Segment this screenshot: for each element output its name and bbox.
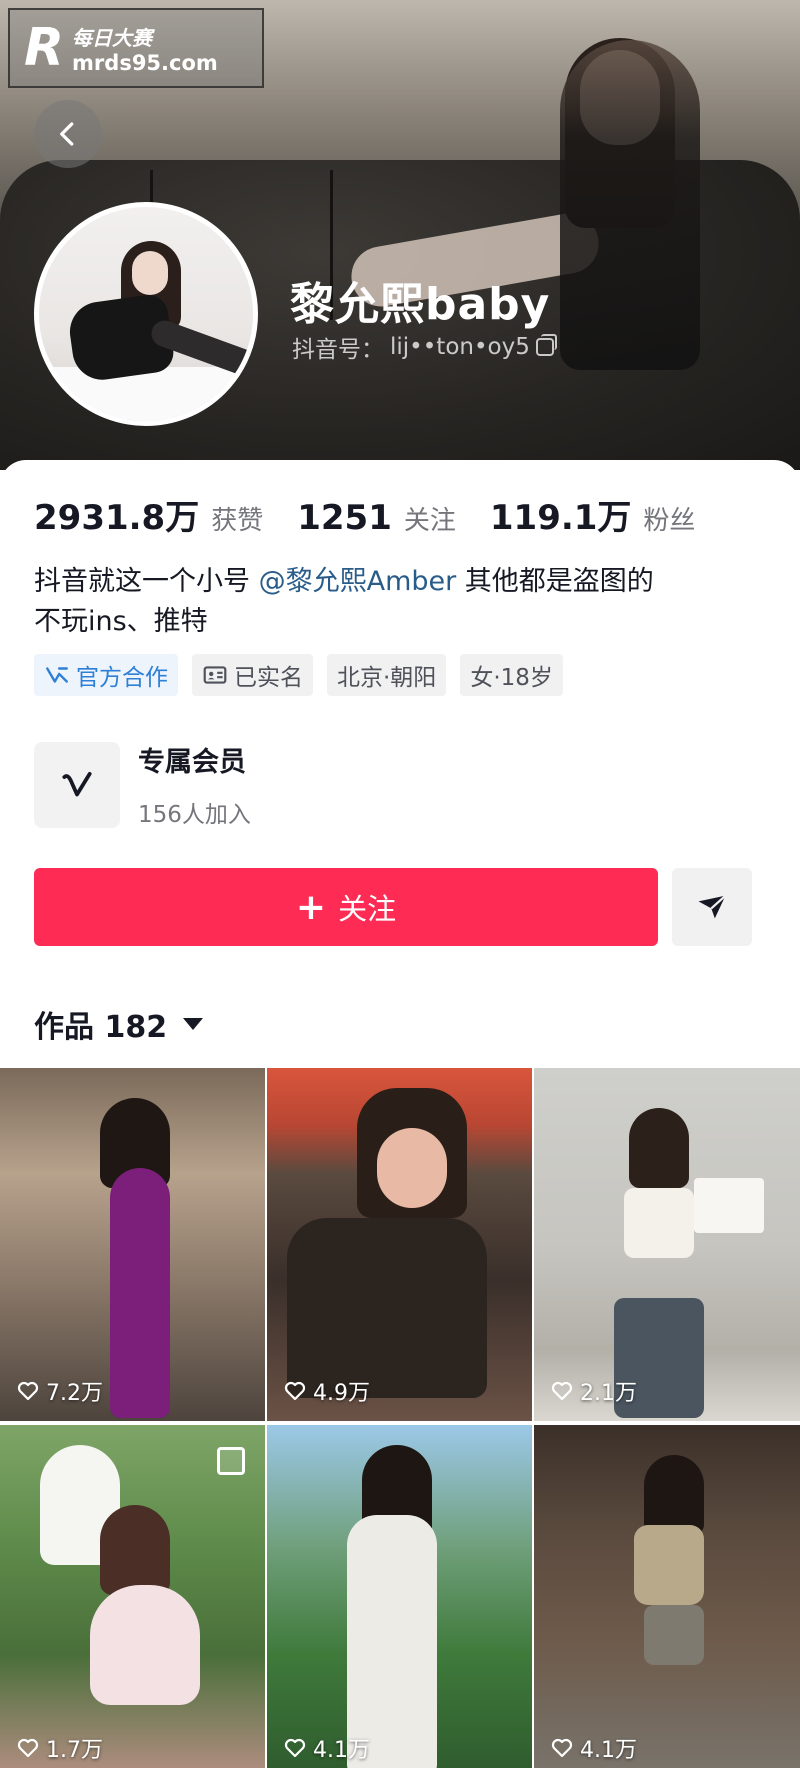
like-count-value: 7.2万 [46, 1381, 103, 1406]
thumbnail-hair [644, 1455, 704, 1535]
membership-entry[interactable]: 专属会员 156人加入 [34, 740, 251, 829]
tag-location[interactable]: 北京·朝阳 [327, 654, 447, 696]
like-count-value: 4.1万 [580, 1738, 637, 1763]
thumbnail-dress [110, 1168, 170, 1418]
avatar[interactable] [34, 202, 258, 426]
bio-prefix: 抖音就这一个小号 [34, 566, 259, 597]
avatar-face [132, 251, 168, 295]
stat-value: 2931.8万 [34, 498, 200, 538]
membership-icon-box [34, 741, 120, 828]
watermark-text: 每日大赛 mrds95.com [72, 22, 218, 75]
stat-value: 119.1万 [489, 498, 632, 538]
caret-down-icon [183, 1018, 204, 1030]
thumbnail-tutu [90, 1585, 200, 1705]
membership-text: 专属会员 156人加入 [138, 740, 251, 829]
id-card-icon [203, 666, 227, 684]
stat-followers[interactable]: 119.1万 粉丝 [490, 490, 696, 539]
douyin-id-label: 抖音号： [292, 337, 384, 363]
heart-icon [551, 1381, 573, 1401]
like-count-value: 4.1万 [313, 1738, 370, 1763]
heart-icon [284, 1738, 306, 1758]
membership-subtitle: 156人加入 [138, 802, 251, 828]
bio-mention-link[interactable]: @黎允熙Amber [259, 566, 457, 597]
follow-label: 关注 [338, 892, 397, 926]
stat-label: 粉丝 [643, 506, 696, 536]
profile-tags: 官方合作 已实名 北京·朝阳 女·18岁 [34, 654, 563, 696]
share-paper-plane-icon [698, 894, 727, 919]
bio-suffix: 其他都是盗图的 [456, 566, 654, 597]
like-count: 7.2万 [16, 1375, 103, 1407]
plus-icon: + [295, 886, 327, 928]
heart-icon [17, 1381, 39, 1401]
work-item[interactable]: 7.2万 [0, 1068, 265, 1421]
tag-label: 官方合作 [76, 665, 168, 691]
heart-icon [284, 1381, 306, 1401]
official-badge-icon [46, 667, 68, 683]
avatar-sheet [39, 367, 253, 421]
like-count: 4.9万 [283, 1375, 370, 1407]
tab-works[interactable]: 作品 182 [34, 1002, 204, 1046]
thumbnail-sign [694, 1178, 764, 1233]
heart-icon [17, 1738, 39, 1758]
thumbnail-jacket [287, 1218, 487, 1398]
copy-icon[interactable] [535, 334, 557, 356]
tag-gender-age: 女·18岁 [460, 654, 563, 696]
thumbnail-skirt [644, 1605, 704, 1665]
nickname: 黎允熙baby [290, 279, 551, 330]
watermark-site-name: 每日大赛 [72, 25, 153, 50]
work-item[interactable]: 4.1万 [267, 1425, 532, 1768]
like-count-value: 4.9万 [313, 1381, 370, 1406]
watermark-logo: R [24, 18, 65, 78]
tag-verified[interactable]: 已实名 [192, 654, 313, 696]
membership-title: 专属会员 [138, 747, 246, 778]
like-count: 4.1万 [550, 1732, 637, 1764]
douyin-id[interactable]: 抖音号： lij••ton•oy5 [292, 330, 557, 364]
back-chevron-icon [60, 122, 74, 146]
stat-label: 获赞 [211, 506, 264, 536]
heart-icon [551, 1738, 573, 1758]
like-count: 2.1万 [550, 1375, 637, 1407]
stat-following[interactable]: 1251 关注 [297, 498, 456, 538]
work-item[interactable]: 1.7万 [0, 1425, 265, 1768]
work-item[interactable]: 4.1万 [534, 1425, 800, 1768]
multi-image-icon [217, 1447, 245, 1475]
like-count: 4.1万 [283, 1732, 370, 1764]
douyin-id-value: lij••ton•oy5 [390, 334, 530, 360]
cover-figure [560, 40, 700, 370]
bio: 抖音就这一个小号 @黎允熙Amber 其他都是盗图的 不玩ins、推特 [34, 562, 764, 642]
bio-line-1: 抖音就这一个小号 @黎允熙Amber 其他都是盗图的 [34, 562, 764, 602]
thumbnail-hair [100, 1505, 170, 1595]
tag-label: 已实名 [234, 665, 303, 691]
thumbnail-top [634, 1525, 704, 1605]
works-tab-label: 作品 182 [34, 1010, 168, 1045]
tag-official-cooperation[interactable]: 官方合作 [34, 654, 178, 696]
tag-label: 北京·朝阳 [337, 665, 437, 691]
thumbnail-face [377, 1128, 447, 1208]
like-count-value: 2.1万 [580, 1381, 637, 1406]
watermark-url: mrds95.com [72, 50, 218, 75]
stats-row: 2931.8万 获赞 1251 关注 119.1万 粉丝 [34, 490, 729, 539]
work-item[interactable]: 2.1万 [534, 1068, 800, 1421]
thumbnail-top [624, 1188, 694, 1258]
bio-line-2: 不玩ins、推特 [34, 606, 208, 637]
works-grid: 7.2万 4.9万 2.1万 1.7万 4.1万 4.1万 [0, 1068, 800, 1768]
like-count: 1.7万 [16, 1732, 103, 1764]
tag-label: 女·18岁 [470, 665, 553, 691]
back-button[interactable] [34, 100, 102, 168]
work-item[interactable]: 4.9万 [267, 1068, 532, 1421]
share-button[interactable] [672, 868, 752, 946]
like-count-value: 1.7万 [46, 1738, 103, 1763]
stat-likes[interactable]: 2931.8万 获赞 [34, 490, 263, 539]
stat-value: 1251 [297, 498, 392, 538]
profile-cover: R 每日大赛 mrds95.com 黎允熙baby 抖音号： lij••ton•… [0, 0, 800, 470]
stat-label: 关注 [403, 506, 456, 536]
thumbnail-hair [629, 1108, 689, 1188]
watermark: R 每日大赛 mrds95.com [8, 8, 264, 88]
follow-button[interactable]: + 关注 [34, 868, 658, 946]
vip-v-icon [62, 771, 92, 796]
thumbnail-dress [347, 1515, 437, 1768]
